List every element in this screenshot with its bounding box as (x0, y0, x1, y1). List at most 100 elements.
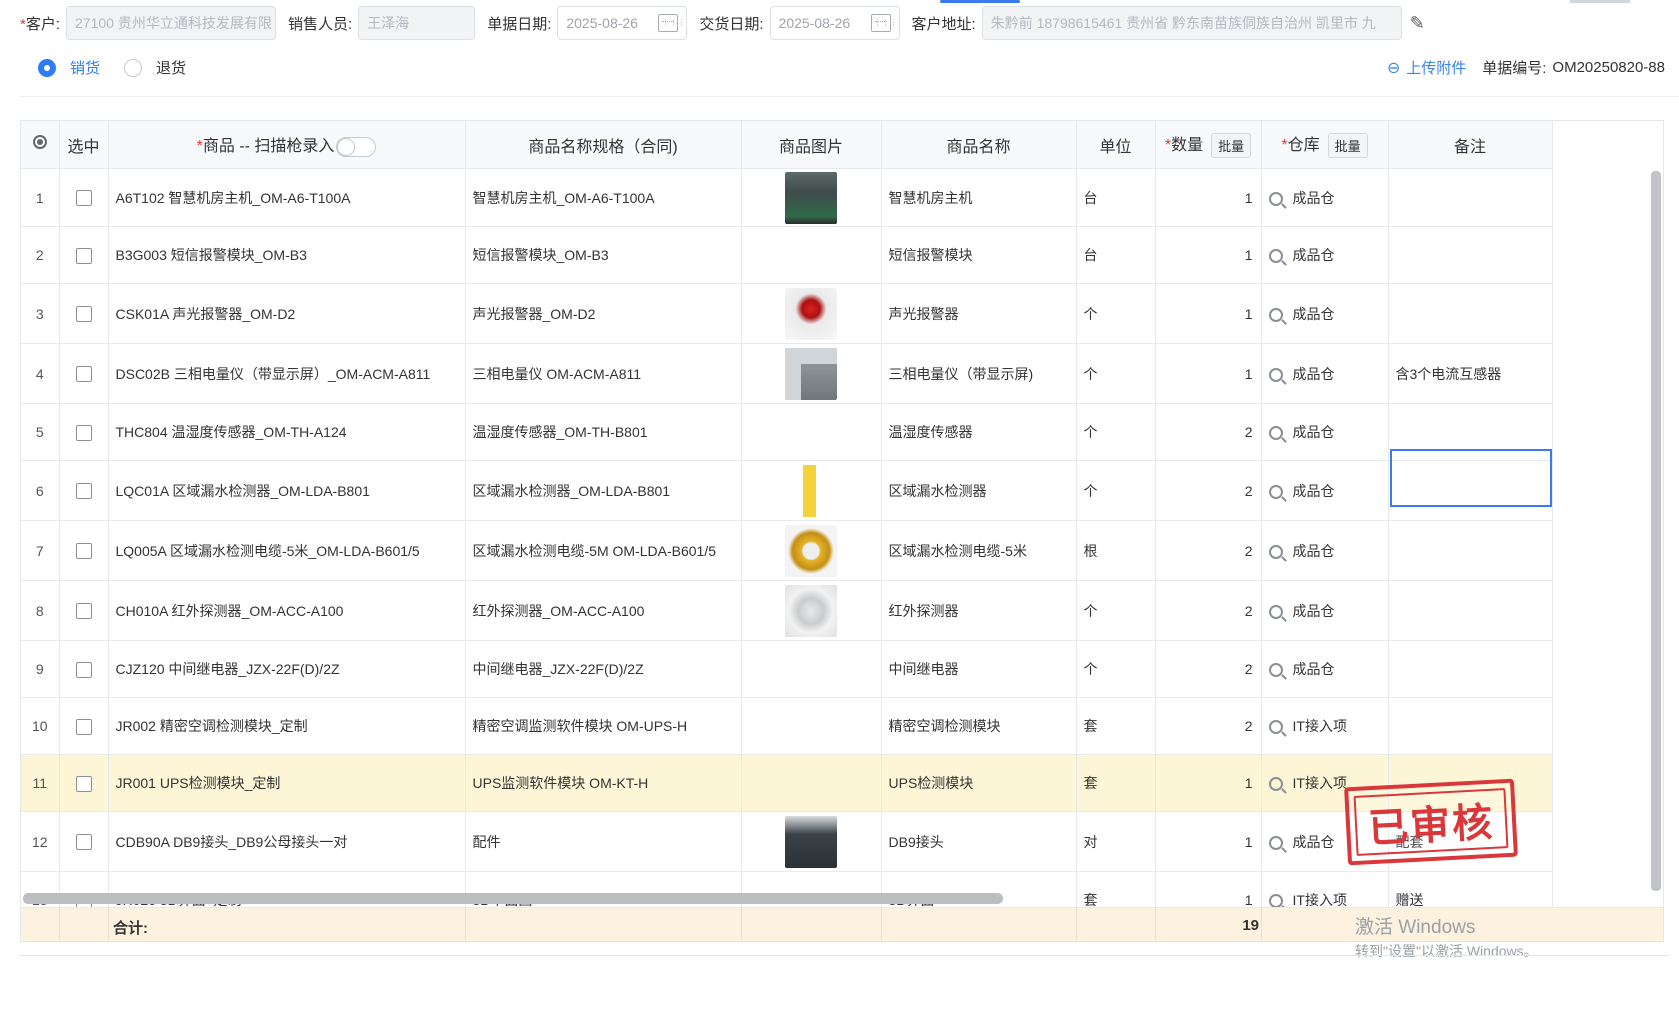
calendar-icon[interactable] (870, 14, 898, 32)
table-row[interactable]: 9 CJZ120 中间继电器_JZX-22F(D)/2Z 中间继电器_JZX-22F… (21, 640, 1553, 698)
product-cell[interactable]: JR002 精密空调检测模块_定制 (108, 697, 466, 755)
qty-cell[interactable]: 2 (1155, 460, 1262, 521)
warehouse-cell[interactable]: 成品仓 (1261, 226, 1389, 284)
search-icon[interactable] (1268, 720, 1283, 735)
qty-cell[interactable]: 1 (1155, 168, 1262, 227)
spec-cell[interactable]: 三相电量仪 OM-ACM-A811 (465, 343, 742, 404)
table-row[interactable]: 6 LQC01A 区域漏水检测器_OM-LDA-B801 区域漏水检测器_OM-LD… (21, 460, 1553, 521)
product-image[interactable] (785, 524, 837, 577)
warehouse-cell[interactable]: 成品仓 (1261, 168, 1389, 227)
remark-cell[interactable] (1388, 226, 1553, 284)
radio-sale[interactable] (38, 58, 56, 77)
batch-qty-button[interactable]: 批量 (1211, 133, 1252, 159)
warehouse-cell[interactable]: 成品仓 (1261, 343, 1389, 404)
row-checkbox[interactable] (75, 543, 92, 560)
customer-input[interactable]: 27100 贵州华立通科技发展有限 (66, 6, 277, 40)
warehouse-cell[interactable]: 成品仓 (1261, 640, 1389, 698)
edit-icon[interactable]: ✎ (1410, 13, 1425, 34)
product-cell[interactable]: LQ005A 区域漏水检测电缆-5米_OM-LDA-B601/5 (108, 520, 466, 581)
row-checkbox[interactable] (75, 190, 92, 207)
remark-cell[interactable] (1388, 520, 1553, 581)
product-image[interactable] (785, 287, 837, 340)
qty-cell[interactable]: 2 (1155, 520, 1262, 581)
sales-input[interactable]: 王泽海 (358, 6, 476, 40)
product-cell[interactable]: JR001 UPS检测模块_定制 (108, 754, 466, 812)
spec-cell[interactable]: 区域漏水检测器_OM-LDA-B801 (465, 460, 742, 521)
spec-cell[interactable]: 精密空调监测软件模块 OM-UPS-H (465, 697, 742, 755)
row-checkbox[interactable] (75, 603, 92, 620)
scanner-toggle[interactable] (336, 136, 377, 157)
table-row[interactable]: 10 JR002 精密空调检测模块_定制 精密空调监测软件模块 OM-UPS-H 精密… (21, 697, 1553, 755)
product-image[interactable] (785, 815, 837, 868)
radio-return[interactable] (124, 58, 143, 77)
qty-cell[interactable]: 2 (1155, 403, 1262, 461)
qty-cell[interactable]: 1 (1155, 811, 1262, 872)
product-image[interactable] (785, 171, 837, 224)
delivery-date-picker[interactable]: 2025-08-26 (769, 6, 900, 40)
warehouse-cell[interactable]: 成品仓 (1261, 580, 1389, 641)
horizontal-scrollbar[interactable] (23, 893, 1003, 904)
product-cell[interactable]: A6T102 智慧机房主机_OM-A6-T100A (108, 168, 466, 227)
table-row[interactable]: 5 THC804 温湿度传感器_OM-TH-A124 温湿度传感器_OM-TH-B8… (21, 403, 1553, 461)
spec-cell[interactable]: 配件 (465, 811, 742, 872)
search-icon[interactable] (1268, 663, 1283, 678)
table-row[interactable]: 1 A6T102 智慧机房主机_OM-A6-T100A 智慧机房主机_OM-A6-T… (21, 168, 1553, 227)
remark-cell[interactable] (1388, 640, 1553, 698)
spec-cell[interactable]: 温湿度传感器_OM-TH-B801 (465, 403, 742, 461)
table-row[interactable]: 2 B3G003 短信报警模块_OM-B3 短信报警模块_OM-B3 短信报警模块台 1… (21, 226, 1553, 284)
column-settings[interactable] (21, 121, 60, 169)
qty-cell[interactable]: 2 (1155, 580, 1262, 641)
row-checkbox[interactable] (75, 718, 92, 735)
table-row[interactable]: 4 DSC02B 三相电量仪（带显示屏）_OM-ACM-A811 三相电量仪 OM-… (21, 343, 1553, 404)
search-icon[interactable] (1268, 777, 1283, 792)
table-row[interactable]: 11 JR001 UPS检测模块_定制 UPS监测软件模块 OM-KT-H UPS检测… (21, 754, 1553, 812)
upload-attachment-link[interactable]: ⊘ 上传附件 (1382, 57, 1466, 79)
doc-date-picker[interactable]: 2025-08-26 (557, 6, 688, 40)
product-cell[interactable]: CSK01A 声光报警器_OM-D2 (108, 283, 466, 344)
product-cell[interactable]: DSC02B 三相电量仪（带显示屏）_OM-ACM-A811 (108, 343, 466, 404)
radio-return-label[interactable]: 退货 (156, 57, 186, 78)
product-cell[interactable]: B3G003 短信报警模块_OM-B3 (108, 226, 466, 284)
warehouse-cell[interactable]: 成品仓 (1261, 283, 1389, 344)
qty-cell[interactable]: 2 (1155, 697, 1262, 755)
spec-cell[interactable]: 智慧机房主机_OM-A6-T100A (465, 168, 742, 227)
row-checkbox[interactable] (75, 424, 92, 441)
spec-cell[interactable]: 短信报警模块_OM-B3 (465, 226, 742, 284)
search-icon[interactable] (1268, 484, 1283, 499)
calendar-icon[interactable] (658, 14, 685, 32)
product-image[interactable] (785, 584, 837, 637)
table-row[interactable]: 7 LQ005A 区域漏水检测电缆-5米_OM-LDA-B601/5 区域漏水检测电… (21, 520, 1553, 581)
warehouse-cell[interactable]: 成品仓 (1261, 460, 1389, 521)
product-cell[interactable]: CJZ120 中间继电器_JZX-22F(D)/2Z (108, 640, 466, 698)
row-checkbox[interactable] (75, 366, 92, 383)
product-cell[interactable]: LQC01A 区域漏水检测器_OM-LDA-B801 (108, 460, 466, 521)
warehouse-cell[interactable]: 成品仓 (1261, 403, 1389, 461)
product-cell[interactable]: CDB90A DB9接头_DB9公母接头一对 (108, 811, 466, 872)
batch-warehouse-button[interactable]: 批量 (1327, 133, 1368, 159)
spec-cell[interactable]: 红外探测器_OM-ACC-A100 (465, 580, 742, 641)
search-icon[interactable] (1268, 191, 1283, 206)
address-input[interactable]: 朱黔前 18798615461 贵州省 黔东南苗族侗族自治州 凯里市 九 (981, 6, 1402, 40)
row-checkbox[interactable] (75, 306, 92, 323)
radio-sale-label[interactable]: 销货 (70, 57, 100, 78)
qty-cell[interactable]: 1 (1155, 754, 1262, 812)
table-row[interactable]: 12 CDB90A DB9接头_DB9公母接头一对 配件 DB9接头对 1 成品仓 配套 (21, 811, 1553, 872)
qty-cell[interactable]: 1 (1155, 343, 1262, 404)
settings-icon[interactable] (32, 135, 47, 149)
remark-cell[interactable] (1388, 283, 1553, 344)
search-icon[interactable] (1268, 544, 1283, 559)
product-cell[interactable]: CH010A 红外探测器_OM-ACC-A100 (108, 580, 466, 641)
vertical-scrollbar[interactable] (1651, 171, 1661, 891)
remark-cell[interactable]: 含3个电流互感器 (1388, 343, 1553, 404)
row-checkbox[interactable] (75, 247, 92, 264)
search-icon[interactable] (1268, 604, 1283, 619)
qty-cell[interactable]: 1 (1155, 283, 1262, 344)
remark-cell[interactable] (1388, 580, 1553, 641)
spec-cell[interactable]: 声光报警器_OM-D2 (465, 283, 742, 344)
search-icon[interactable] (1268, 835, 1283, 850)
qty-cell[interactable]: 1 (1155, 226, 1262, 284)
row-checkbox[interactable] (75, 483, 92, 500)
product-cell[interactable]: THC804 温湿度传感器_OM-TH-A124 (108, 403, 466, 461)
spec-cell[interactable]: UPS监测软件模块 OM-KT-H (465, 754, 742, 812)
remark-cell[interactable] (1388, 697, 1553, 755)
